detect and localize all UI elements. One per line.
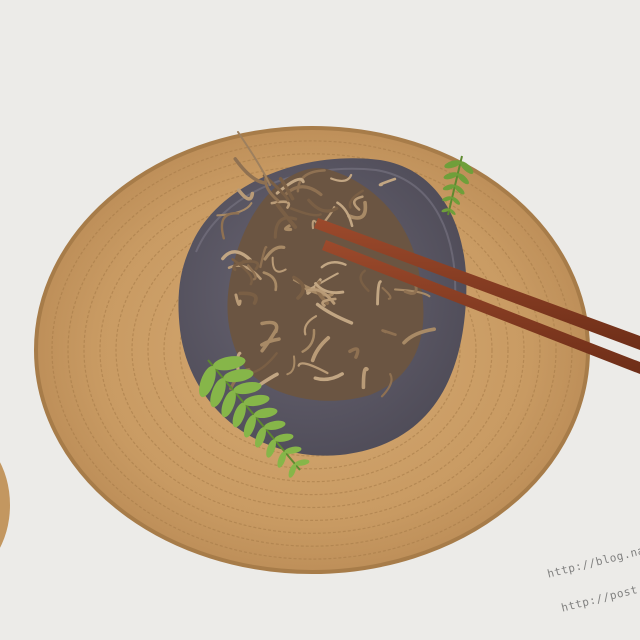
food-photo: [0, 0, 640, 640]
